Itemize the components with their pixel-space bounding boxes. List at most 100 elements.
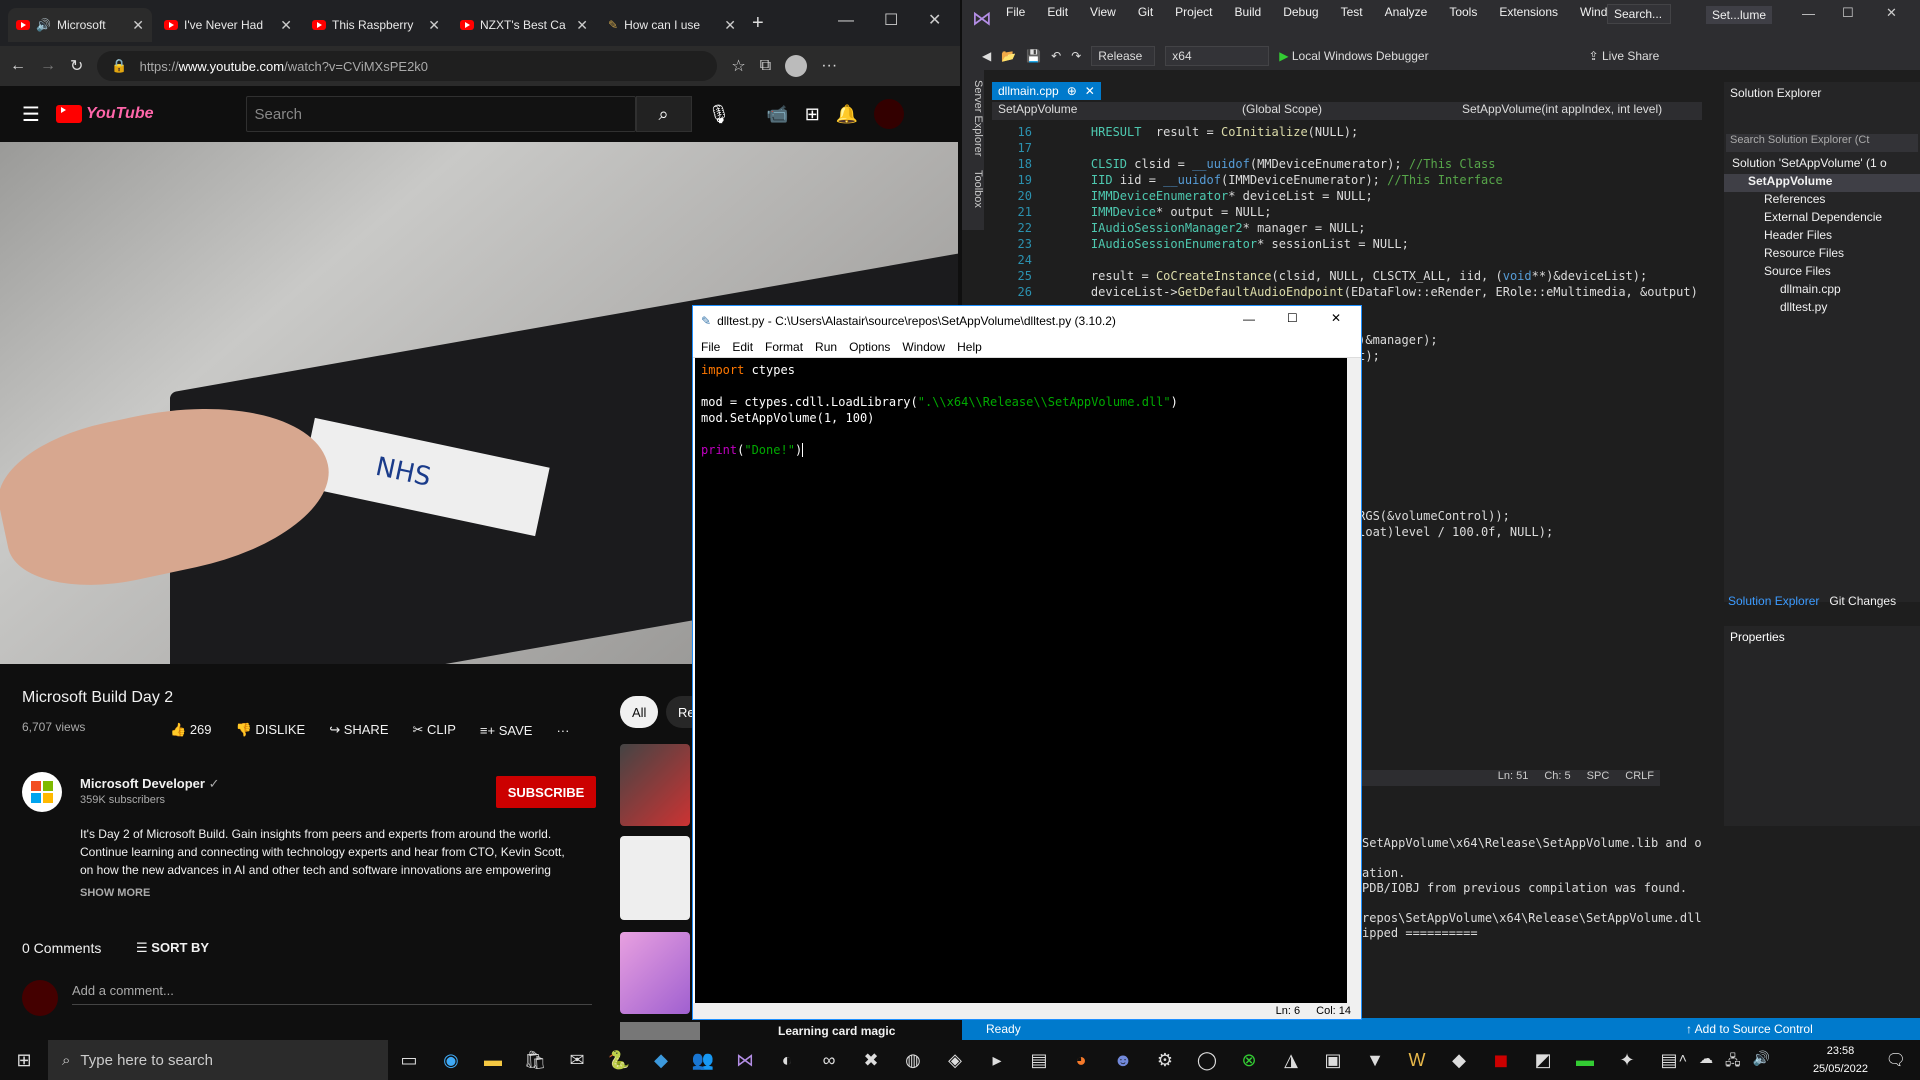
python-code-editor[interactable]: import ctypes mod = ctypes.cdll.LoadLibr… <box>695 358 1347 1004</box>
app-icon[interactable]: ◩ <box>1522 1040 1564 1080</box>
app-icon[interactable]: ▬ <box>1564 1040 1606 1080</box>
app-icon[interactable]: ▣ <box>1312 1040 1354 1080</box>
profile-avatar[interactable] <box>785 55 808 77</box>
minimize-icon[interactable]: — <box>1802 6 1815 21</box>
blender-icon[interactable]: ◕ <box>1060 1040 1102 1080</box>
close-window-icon[interactable]: ✕ <box>1886 5 1897 21</box>
mic-icon[interactable]: 🎙 <box>708 104 731 125</box>
scrollbar[interactable] <box>1347 358 1361 1004</box>
clock[interactable]: 23:58 25/05/2022 <box>1813 1042 1868 1078</box>
idle-menu-item[interactable]: Options <box>849 340 890 354</box>
search-icon[interactable]: ⌕ <box>635 96 692 132</box>
app-icon[interactable]: ◆ <box>1438 1040 1480 1080</box>
save-button[interactable]: ≡+ SAVE <box>480 723 533 738</box>
forward-icon[interactable]: → <box>40 57 56 75</box>
vs-menu-item[interactable]: File <box>1006 5 1025 19</box>
tab-dllmain[interactable]: dllmain.cpp ⊕ ✕ <box>992 82 1101 100</box>
vs-menu-item[interactable]: Debug <box>1283 5 1318 19</box>
idle-menu-item[interactable]: Help <box>957 340 982 354</box>
vs-menu-item[interactable]: Analyze <box>1385 5 1428 19</box>
edge-icon[interactable]: ◉ <box>430 1040 472 1080</box>
solution-tree-item[interactable]: dlltest.py <box>1724 300 1920 318</box>
chip-all[interactable]: All <box>620 696 659 728</box>
chevron-up-icon[interactable]: ˄ <box>1679 1050 1687 1074</box>
member-dropdown[interactable]: SetAppVolume(int appIndex, int level) <box>1452 102 1702 120</box>
related-thumbnail[interactable] <box>620 836 690 920</box>
maximize-icon[interactable]: ☐ <box>884 10 898 30</box>
back-icon[interactable]: ← <box>10 57 26 75</box>
notification-icon[interactable]: 🗨 <box>1886 1050 1906 1070</box>
share-button[interactable]: ↪ SHARE <box>329 722 388 738</box>
app-icon[interactable]: ◍ <box>892 1040 934 1080</box>
github-icon[interactable]: ◐ <box>766 1040 808 1080</box>
subscribe-button[interactable]: SUBSCRIBE <box>496 776 596 808</box>
close-icon[interactable]: ✕ <box>280 17 292 34</box>
tab-microsoft[interactable]: 🔊 Microsoft ✕ <box>8 8 152 42</box>
app-icon[interactable]: ◮ <box>1270 1040 1312 1080</box>
address-bar[interactable]: 🔒 https://www.youtube.com/watch?v=CViMXs… <box>97 51 718 81</box>
solution-tree-item[interactable]: Source Files <box>1724 264 1920 282</box>
solution-tree-item[interactable]: References <box>1724 192 1920 210</box>
channel-avatar[interactable] <box>22 772 62 812</box>
redo-icon[interactable]: ↷ <box>1071 49 1081 63</box>
terminal-icon[interactable]: ▸ <box>976 1040 1018 1080</box>
vs-menu-item[interactable]: Git <box>1138 5 1153 19</box>
close-icon[interactable]: ✕ <box>132 17 144 34</box>
python-icon[interactable]: 🐍 <box>598 1040 640 1080</box>
app-icon[interactable]: ▤ <box>1018 1040 1060 1080</box>
solution-tree-item[interactable]: Resource Files <box>1724 246 1920 264</box>
excel-icon[interactable]: ✖ <box>850 1040 892 1080</box>
clip-button[interactable]: ✂ CLIP <box>413 722 456 738</box>
sort-by-button[interactable]: ☰ SORT BY <box>136 940 209 956</box>
maximize-icon[interactable]: ☐ <box>1287 311 1298 325</box>
tab-git-changes[interactable]: Git Changes <box>1829 594 1896 608</box>
teams-icon[interactable]: 👥 <box>682 1040 724 1080</box>
close-icon[interactable]: ✕ <box>1085 84 1095 98</box>
bell-icon[interactable]: 🔔 <box>836 104 858 125</box>
vs-menu-item[interactable]: View <box>1090 5 1116 19</box>
favorites-icon[interactable]: ☆ <box>731 56 745 76</box>
related-thumbnail[interactable] <box>620 1022 700 1040</box>
vs-menu-item[interactable]: Test <box>1341 5 1363 19</box>
channel-name[interactable]: Microsoft Developer ✓ <box>80 776 220 792</box>
project-dropdown[interactable]: SetAppVolume <box>992 102 1222 120</box>
tab-solution-explorer[interactable]: Solution Explorer <box>1728 594 1819 608</box>
vscode-icon[interactable]: ◆ <box>640 1040 682 1080</box>
dislike-button[interactable]: 👎 DISLIKE <box>236 722 306 738</box>
app-icon[interactable]: ▼ <box>1354 1040 1396 1080</box>
windows-start-icon[interactable]: ⊞ <box>0 1040 48 1080</box>
tab-never-had[interactable]: I've Never Had ✕ <box>156 8 300 42</box>
idle-menu-item[interactable]: File <box>701 340 720 354</box>
solution-tree-item[interactable]: Solution 'SetAppVolume' (1 o <box>1724 156 1920 174</box>
save-icon[interactable]: 💾 <box>1026 49 1041 63</box>
show-more-button[interactable]: SHOW MORE <box>80 887 150 899</box>
new-tab-icon[interactable]: + <box>752 12 764 35</box>
tab-how-can-i[interactable]: ✎ How can I use ✕ <box>600 8 744 42</box>
app-icon[interactable]: W <box>1396 1040 1438 1080</box>
task-view-icon[interactable]: ▭ <box>388 1040 430 1080</box>
discord-icon[interactable]: ☻ <box>1102 1040 1144 1080</box>
menu-icon[interactable]: ☰ <box>22 102 40 127</box>
solution-search-input[interactable]: Search Solution Explorer (Ct <box>1726 134 1918 152</box>
more-icon[interactable]: ··· <box>821 57 837 75</box>
collections-icon[interactable]: ⧉ <box>760 57 771 75</box>
tab-raspberry[interactable]: This Raspberry ✕ <box>304 8 448 42</box>
solution-tree-item[interactable]: SetAppVolume <box>1724 174 1920 192</box>
arduino-icon[interactable]: ∞ <box>808 1040 850 1080</box>
apps-icon[interactable]: ⊞ <box>805 104 820 125</box>
idle-menu-item[interactable]: Format <box>765 340 803 354</box>
vs-menu-item[interactable]: Extensions <box>1499 5 1558 19</box>
live-share-button[interactable]: ⇪ Live Share <box>1589 49 1660 63</box>
maximize-icon[interactable]: ☐ <box>1842 5 1854 21</box>
store-icon[interactable]: 🛍 <box>514 1040 556 1080</box>
scope-dropdown[interactable]: (Global Scope) <box>1222 102 1452 120</box>
platform-dropdown[interactable]: x64 <box>1165 46 1270 66</box>
cloud-icon[interactable]: ☁ <box>1699 1050 1713 1074</box>
undo-icon[interactable]: ↶ <box>1051 49 1061 63</box>
config-dropdown[interactable]: Release <box>1091 46 1156 66</box>
vs-menu-item[interactable]: Edit <box>1047 5 1068 19</box>
close-window-icon[interactable]: ✕ <box>928 10 941 30</box>
search-input[interactable]: Search <box>245 96 636 132</box>
add-source-control-button[interactable]: ↑ Add to Source Control <box>1686 1022 1813 1036</box>
vs-menu-item[interactable]: Build <box>1235 5 1262 19</box>
